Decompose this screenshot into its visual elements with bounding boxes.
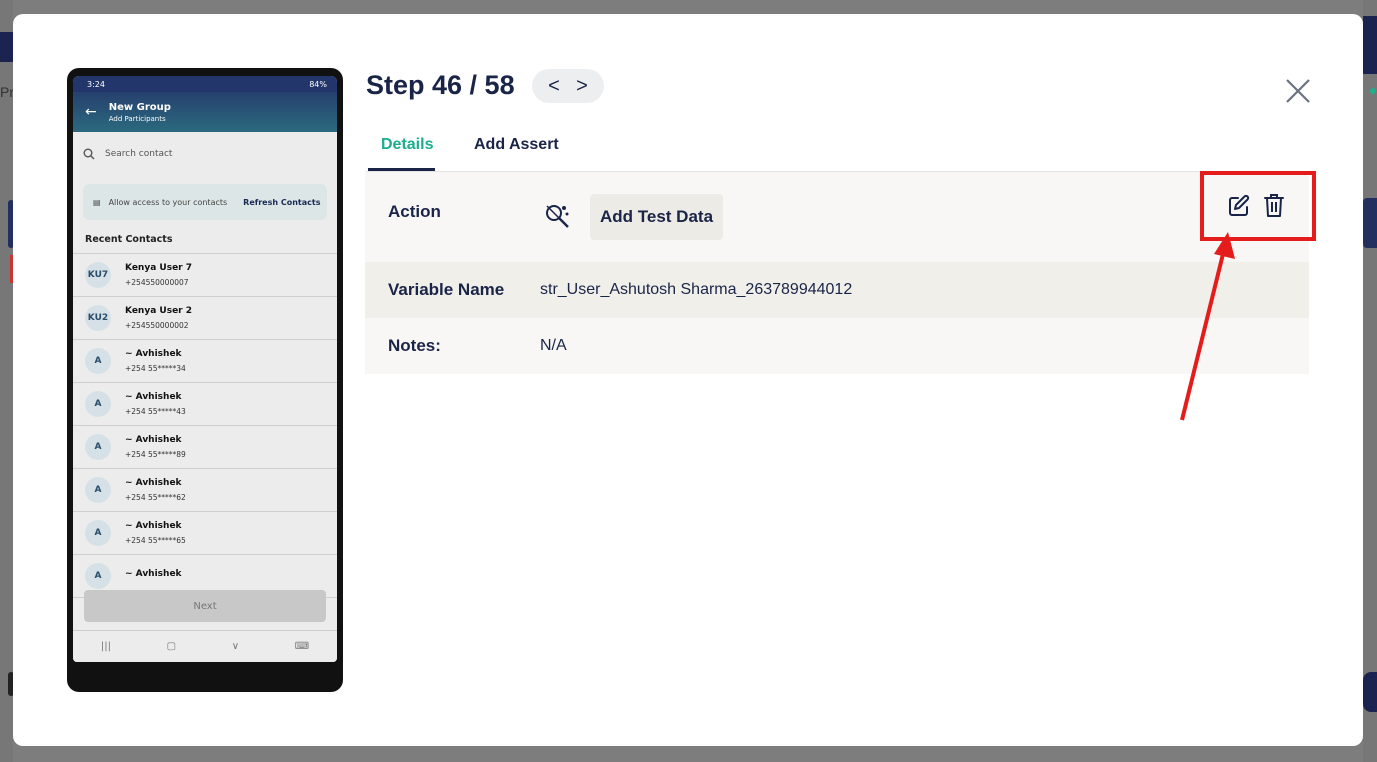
avatar: KU7 — [85, 262, 111, 288]
device-contact-item: A ~ Avhishek +254 55*****65 — [73, 512, 337, 555]
device-screen: 3:24 84% ← New Group Add Participants Se… — [73, 76, 337, 662]
background-app-left — [0, 0, 13, 762]
notes-row: Notes: N/A — [365, 318, 1309, 374]
background-app-header — [0, 32, 13, 62]
home-icon: ▢ — [166, 641, 177, 652]
variable-name-label: Variable Name — [388, 280, 505, 299]
close-button[interactable] — [1283, 76, 1313, 106]
back-chevron-icon: ∨ — [231, 641, 240, 652]
variable-name-row: Variable Name str_User_Ashutosh Sharma_2… — [365, 262, 1309, 318]
avatar: A — [85, 477, 111, 503]
device-allow-contacts-banner: ▤ Allow access to your contacts Refresh … — [83, 184, 327, 220]
active-tab-indicator — [368, 168, 435, 171]
contact-name: ~ Avhishek — [125, 349, 182, 359]
test-data-icon — [546, 205, 569, 228]
device-app-bar: ← New Group Add Participants — [73, 92, 337, 132]
contact-name: ~ Avhishek — [125, 521, 182, 531]
background-app-footer-right — [1363, 672, 1377, 712]
contact-phone: +254550000007 — [125, 278, 189, 287]
contact-phone: +254 55*****43 — [125, 407, 186, 416]
device-contact-item: A ~ Avhishek +254 55*****62 — [73, 469, 337, 512]
contact-name: ~ Avhishek — [125, 392, 182, 402]
device-allow-text: Allow access to your contacts — [108, 197, 228, 207]
recents-icon: ||| — [100, 641, 111, 652]
contact-phone: +254 55*****65 — [125, 536, 186, 545]
contact-phone: +254 55*****89 — [125, 450, 186, 459]
device-next-button: Next — [84, 590, 326, 622]
tab-add-assert[interactable]: Add Assert — [474, 136, 559, 154]
contact-phone: +254 55*****34 — [125, 364, 186, 373]
device-status-bar: 3:24 84% — [73, 76, 337, 92]
device-contact-item: A ~ Avhishek +254 55*****89 — [73, 426, 337, 469]
step-details-modal: 3:24 84% ← New Group Add Participants Se… — [13, 14, 1363, 746]
keyboard-icon: ⌨ — [294, 641, 310, 652]
contact-name: ~ Avhishek — [125, 478, 182, 488]
contacts-icon: ▤ — [93, 197, 101, 207]
contact-name: ~ Avhishek — [125, 435, 182, 445]
annotation-highlight-box — [1200, 171, 1316, 241]
status-battery: 84% — [309, 79, 327, 89]
device-screenshot: 3:24 84% ← New Group Add Participants Se… — [67, 68, 343, 692]
action-type-chip: Add Test Data — [590, 194, 724, 240]
device-refresh-contacts: Refresh Contacts — [243, 197, 321, 207]
device-search-bar: Search contact — [73, 132, 337, 176]
avatar: A — [85, 391, 111, 417]
background-app-header-right — [1363, 16, 1377, 74]
contact-name: Kenya User 2 — [125, 306, 193, 316]
background-status-dot — [1370, 88, 1376, 94]
next-step-button[interactable]: > — [576, 76, 588, 96]
contact-phone: +254550000002 — [125, 321, 189, 330]
device-contact-item: A ~ Avhishek +254 55*****34 — [73, 340, 337, 383]
action-label: Action — [388, 202, 441, 221]
step-title: Step 46 / 58 — [366, 70, 515, 100]
contact-name: Kenya User 7 — [125, 263, 193, 273]
previous-step-button[interactable]: < — [548, 76, 560, 96]
device-search-placeholder: Search contact — [105, 149, 173, 159]
tab-bar: Details Add Assert — [366, 132, 1310, 172]
variable-name-value: str_User_Ashutosh Sharma_263789944012 — [540, 281, 853, 298]
contact-phone: +254 55*****62 — [125, 493, 186, 502]
status-time: 3:24 — [87, 79, 105, 89]
background-app-right — [1363, 0, 1377, 762]
device-app-subtitle: Add Participants — [108, 114, 166, 123]
device-app-title: New Group — [108, 101, 171, 113]
avatar: KU2 — [85, 305, 111, 331]
close-icon — [1286, 79, 1310, 103]
notes-label: Notes: — [388, 336, 441, 355]
device-nav-bar: ||| ▢ ∨ ⌨ — [73, 630, 337, 662]
avatar: A — [85, 520, 111, 546]
step-navigation: < > — [532, 69, 604, 103]
device-recent-contacts-header: Recent Contacts — [85, 234, 173, 245]
contact-name: ~ Avhishek — [125, 568, 182, 579]
back-arrow-icon: ← — [85, 104, 97, 120]
avatar: A — [85, 563, 111, 589]
avatar: A — [85, 434, 111, 460]
device-contact-list: KU7 Kenya User 7 +254550000007 KU2 Kenya … — [73, 253, 337, 598]
avatar: A — [85, 348, 111, 374]
background-app-card-right — [1363, 198, 1377, 248]
device-contact-item: KU2 Kenya User 2 +254550000002 — [73, 297, 337, 340]
device-contact-item: A ~ Avhishek +254 55*****43 — [73, 383, 337, 426]
notes-value: N/A — [540, 337, 567, 354]
search-icon — [83, 148, 95, 160]
tab-details[interactable]: Details — [381, 136, 433, 154]
action-row: Action Add Test Data — [365, 172, 1309, 262]
device-contact-item: KU7 Kenya User 7 +254550000007 — [73, 254, 337, 297]
